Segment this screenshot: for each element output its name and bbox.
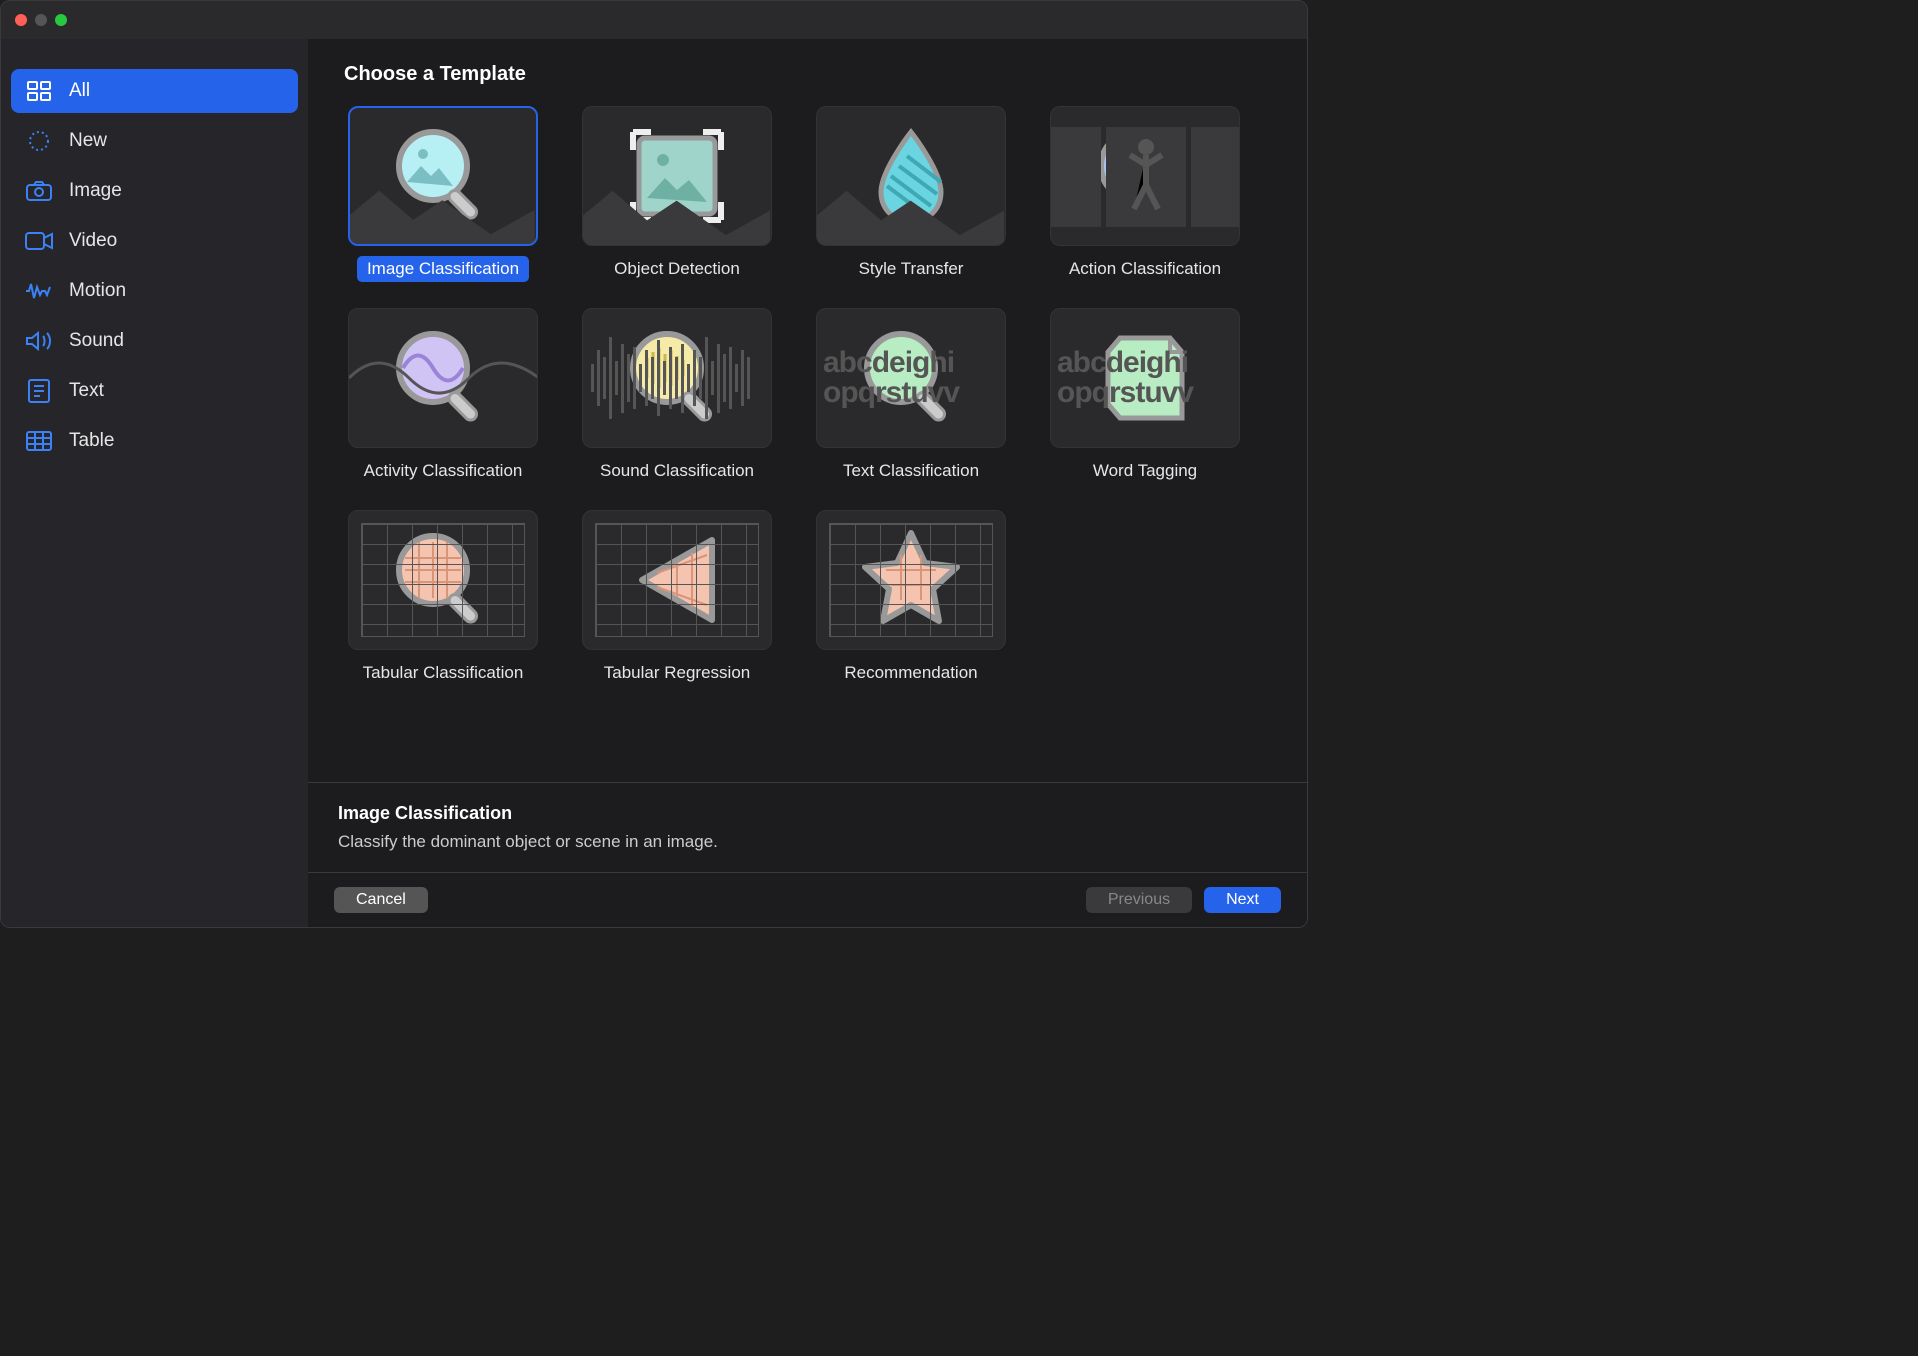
table-bg-icon (361, 523, 525, 637)
sidebar-item-image[interactable]: Image (11, 169, 298, 213)
template-word-tagging[interactable]: abcdeighiopqrstuvv Word Tagging (1040, 308, 1250, 484)
window-body: All New Image (1, 39, 1307, 927)
text-icon (25, 379, 53, 403)
video-icon (25, 229, 53, 253)
grid-icon (25, 79, 53, 103)
template-tile (1050, 106, 1240, 246)
template-label: Tabular Regression (594, 660, 760, 686)
detail-panel: Image Classification Classify the domina… (308, 782, 1307, 872)
sidebar-item-text[interactable]: Text (11, 369, 298, 413)
sidebar-item-label: Image (69, 180, 122, 202)
template-image-classification[interactable]: Image Classification (338, 106, 548, 282)
template-label: Recommendation (834, 660, 987, 686)
next-button[interactable]: Next (1204, 887, 1281, 913)
template-label: Text Classification (833, 458, 989, 484)
sidebar-item-sound[interactable]: Sound (11, 319, 298, 363)
template-chooser-window: All New Image (0, 0, 1308, 928)
template-object-detection[interactable]: Object Detection (572, 106, 782, 282)
template-tile (816, 510, 1006, 650)
minimize-window-button[interactable] (35, 14, 47, 26)
template-text-classification[interactable]: abcdeighiopqrstuvv Text Classification (806, 308, 1016, 484)
zoom-window-button[interactable] (55, 14, 67, 26)
template-action-classification[interactable]: Action Classification (1040, 106, 1250, 282)
template-grid: Image Classification (338, 106, 1277, 686)
sidebar-item-label: New (69, 130, 107, 152)
template-tile (582, 308, 772, 448)
table-icon (25, 429, 53, 453)
template-tile: abcdeighiopqrstuvv (816, 308, 1006, 448)
template-tile (348, 106, 538, 246)
table-bg-icon (595, 523, 759, 637)
template-tile: abcdeighiopqrstuvv (1050, 308, 1240, 448)
sidebar-item-label: Motion (69, 280, 126, 302)
sidebar-item-label: Text (69, 380, 104, 402)
cancel-button[interactable]: Cancel (334, 887, 428, 913)
template-label: Activity Classification (354, 458, 533, 484)
template-tile (348, 308, 538, 448)
template-tile (582, 510, 772, 650)
template-tile (816, 106, 1006, 246)
sidebar: All New Image (1, 39, 308, 927)
sound-bg-icon (591, 309, 763, 447)
detail-description: Classify the dominant object or scene in… (338, 832, 1277, 852)
previous-button[interactable]: Previous (1086, 887, 1192, 913)
template-label: Word Tagging (1083, 458, 1207, 484)
text-bg-icon: abcdeighiopqrstuvv (817, 309, 1005, 447)
table-bg-icon (829, 523, 993, 637)
template-label: Style Transfer (849, 256, 974, 282)
template-label: Sound Classification (590, 458, 764, 484)
template-grid-scroll[interactable]: Image Classification (308, 96, 1307, 782)
motion-icon (25, 279, 53, 303)
page-title: Choose a Template (344, 39, 1307, 96)
text-bg-icon: abcdeighiopqrstuvv (1051, 309, 1239, 447)
camera-icon (25, 179, 53, 203)
template-sound-classification[interactable]: Sound Classification (572, 308, 782, 484)
titlebar (1, 1, 1307, 39)
sound-icon (25, 329, 53, 353)
footer: Cancel Previous Next (308, 872, 1307, 927)
template-style-transfer[interactable]: Style Transfer (806, 106, 1016, 282)
sidebar-item-all[interactable]: All (11, 69, 298, 113)
template-tabular-regression[interactable]: Tabular Regression (572, 510, 782, 686)
main-panel: Choose a Template (308, 39, 1307, 927)
template-label: Object Detection (604, 256, 750, 282)
template-tabular-classification[interactable]: Tabular Classification (338, 510, 548, 686)
sidebar-item-label: All (69, 80, 90, 102)
sidebar-item-label: Table (69, 430, 114, 452)
template-tile (582, 106, 772, 246)
template-activity-classification[interactable]: Activity Classification (338, 308, 548, 484)
sidebar-item-motion[interactable]: Motion (11, 269, 298, 313)
template-label: Tabular Classification (353, 660, 534, 686)
template-label: Action Classification (1059, 256, 1231, 282)
sidebar-item-label: Sound (69, 330, 124, 352)
template-label: Image Classification (357, 256, 529, 282)
sidebar-item-label: Video (69, 230, 117, 252)
sparkle-icon (25, 129, 53, 153)
detail-title: Image Classification (338, 803, 1277, 824)
sidebar-item-video[interactable]: Video (11, 219, 298, 263)
template-tile (348, 510, 538, 650)
close-window-button[interactable] (15, 14, 27, 26)
template-recommendation[interactable]: Recommendation (806, 510, 1016, 686)
action-bg-icon (1051, 107, 1240, 246)
sidebar-item-table[interactable]: Table (11, 419, 298, 463)
sidebar-item-new[interactable]: New (11, 119, 298, 163)
